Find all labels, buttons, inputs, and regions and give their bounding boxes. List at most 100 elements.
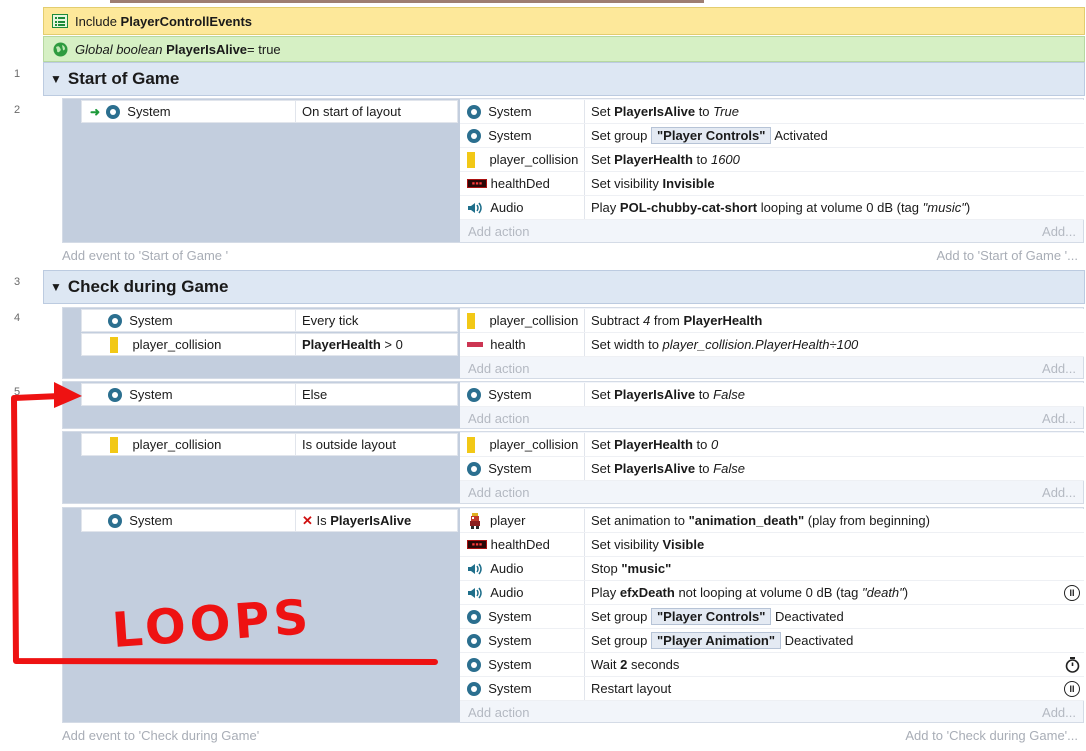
object-name: player_collision — [489, 313, 579, 328]
action-row[interactable]: System Set PlayerIsAlive to True — [460, 100, 1084, 124]
global-variable-row[interactable]: Global boolean PlayerIsAlive = true — [43, 36, 1085, 62]
stopwatch-icon[interactable] — [1064, 656, 1080, 673]
condition[interactable]: System Else — [81, 383, 458, 406]
action-row[interactable]: player_collision Subtract 4 from PlayerH… — [460, 309, 1084, 333]
action-text: Set width to player_collision.PlayerHeal… — [591, 337, 859, 352]
group-header-check-during-game[interactable]: ▼ Check during Game — [43, 270, 1085, 304]
line-number: 1 — [13, 68, 21, 80]
collapse-triangle-icon[interactable]: ▼ — [50, 280, 62, 294]
pause-icon[interactable]: II — [1064, 584, 1080, 601]
action-row[interactable]: ▪▪▪ healthDed Set visibility Visible — [460, 533, 1084, 557]
condition-object: ➜ System — [82, 101, 296, 122]
object-name: Audio — [490, 200, 524, 215]
condition-text: Every tick — [302, 313, 359, 328]
include-name: PlayerControllEvents — [120, 13, 253, 29]
event-block[interactable]: System Every tick player_collision Playe… — [62, 307, 1084, 379]
player-sprite-icon — [467, 512, 483, 529]
condition[interactable]: ➜ System On start of layout — [81, 100, 458, 123]
action-text: Set group "Player Animation" Deactivated — [591, 632, 854, 649]
action-text: Play POL-chubby-cat-short looping at vol… — [591, 200, 971, 215]
system-gear-icon — [106, 104, 121, 119]
trigger-arrow-icon: ➜ — [90, 104, 101, 119]
invert-x-icon: ✕ — [302, 512, 313, 528]
object-name: System — [488, 633, 532, 648]
top-image-strip — [110, 0, 704, 3]
group-tag: "Player Controls" — [651, 608, 772, 625]
add-action-link[interactable]: Add action Add... — [460, 407, 1084, 429]
action-row[interactable]: Audio Play efxDeath not looping at volum… — [460, 581, 1084, 605]
group-tag: "Player Controls" — [651, 127, 772, 144]
add-action-link[interactable]: Add action Add... — [460, 357, 1084, 379]
group-header-start-of-game[interactable]: ▼ Start of Game — [43, 62, 1085, 96]
action-text: Set group "Player Controls" Deactivated — [591, 608, 844, 625]
add-event-row[interactable]: Add event to 'Check during Game' Add to … — [62, 724, 1084, 746]
object-name: System — [129, 387, 173, 402]
condition[interactable]: System ✕ Is PlayerIsAlive — [81, 509, 458, 532]
action-row[interactable]: Audio Stop "music" — [460, 557, 1084, 581]
action-text: Set PlayerIsAlive to True — [591, 104, 739, 119]
add-to-group-link[interactable]: Add to 'Start of Game '... — [936, 248, 1078, 263]
action-row[interactable]: player Set animation to "animation_death… — [460, 509, 1084, 533]
include-row[interactable]: Include PlayerControllEvents — [43, 7, 1085, 35]
player-collision-sprite-icon — [467, 151, 475, 168]
add-event-link[interactable]: Add event to 'Start of Game ' — [62, 248, 228, 263]
object-name: System — [488, 657, 532, 672]
add-to-group-link[interactable]: Add to 'Check during Game'... — [905, 728, 1078, 743]
action-row[interactable]: System Set PlayerIsAlive to False — [460, 383, 1084, 407]
action-row[interactable]: System Set group "Player Animation" Deac… — [460, 629, 1084, 653]
action-text: Set PlayerHealth to 0 — [591, 437, 719, 452]
action-text: Set animation to "animation_death" (play… — [591, 513, 930, 528]
action-row[interactable]: Audio Play POL-chubby-cat-short looping … — [460, 196, 1084, 220]
line-number: 3 — [13, 276, 21, 288]
system-gear-icon — [108, 313, 122, 328]
include-prefix: Include — [75, 13, 117, 29]
player-collision-sprite-icon — [110, 436, 118, 453]
action-row[interactable]: player_collision Set PlayerHealth to 160… — [460, 148, 1084, 172]
action-text: Set PlayerHealth to 1600 — [591, 152, 740, 167]
add-action-link[interactable]: Add action Add... — [460, 701, 1084, 723]
event-block[interactable]: ➜ System On start of layout System Set P… — [62, 98, 1084, 243]
group-title: Start of Game — [67, 69, 180, 88]
health-ded-sprite-icon: ▪▪▪ — [467, 540, 487, 549]
condition[interactable]: player_collision PlayerHealth > 0 — [81, 333, 458, 356]
object-name: player_collision — [132, 337, 222, 352]
object-name: System — [127, 104, 171, 119]
line-number-gutter: 1 2 3 4 5 — [0, 0, 36, 751]
system-gear-icon — [467, 609, 481, 624]
condition-text: PlayerHealth > 0 — [302, 337, 403, 352]
condition[interactable]: player_collision Is outside layout — [81, 433, 458, 456]
action-text: Play efxDeath not looping at volume 0 dB… — [591, 585, 909, 600]
action-row[interactable]: System Set group "Player Controls" Deact… — [460, 605, 1084, 629]
condition-text: Is outside layout — [302, 437, 396, 452]
collapse-triangle-icon[interactable]: ▼ — [50, 72, 62, 86]
condition[interactable]: System Every tick — [81, 309, 458, 332]
action-row[interactable]: System Wait 2 seconds — [460, 653, 1084, 677]
action-row[interactable]: System Set group "Player Controls" Activ… — [460, 124, 1084, 148]
line-number: 5 — [13, 386, 21, 398]
action-row[interactable]: System Restart layout II — [460, 677, 1084, 701]
condition-text: On start of layout — [302, 104, 401, 119]
audio-speaker-icon — [467, 586, 483, 600]
action-row[interactable]: ▪▪▪ healthDed Set visibility Invisible — [460, 172, 1084, 196]
add-action-link[interactable]: Add action Add... — [460, 220, 1084, 242]
action-row[interactable]: player_collision Set PlayerHealth to 0 — [460, 433, 1084, 457]
object-name: player_collision — [489, 152, 579, 167]
pause-icon[interactable]: II — [1064, 680, 1080, 697]
include-list-icon — [52, 13, 68, 29]
event-block[interactable]: player_collision Is outside layout playe… — [62, 431, 1084, 504]
globe-icon — [52, 41, 68, 57]
condition-text: Else — [302, 387, 328, 402]
add-event-link[interactable]: Add event to 'Check during Game' — [62, 728, 259, 743]
event-block[interactable]: System Else System Set PlayerIsAlive to … — [62, 381, 1084, 429]
add-action-link[interactable]: Add action Add... — [460, 481, 1084, 503]
action-text: Set PlayerIsAlive to False — [591, 461, 745, 476]
object-name: System — [129, 513, 173, 528]
action-row[interactable]: health Set width to player_collision.Pla… — [460, 333, 1084, 357]
action-row[interactable]: System Set PlayerIsAlive to False — [460, 457, 1084, 481]
action-text: Restart layout — [591, 681, 672, 696]
action-text: Stop "music" — [591, 561, 672, 576]
action-text: Wait 2 seconds — [591, 657, 680, 672]
global-type: Global boolean — [75, 41, 163, 57]
object-name: System — [488, 681, 532, 696]
add-event-row[interactable]: Add event to 'Start of Game ' Add to 'St… — [62, 244, 1084, 266]
